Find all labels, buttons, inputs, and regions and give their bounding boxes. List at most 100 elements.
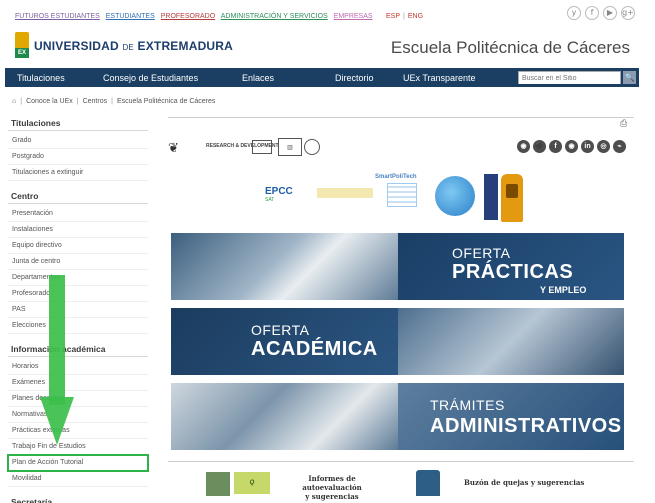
robot-logo-icon[interactable]: [501, 174, 523, 222]
sidebar-item-departamentos[interactable]: Departamentos: [8, 270, 148, 286]
uex-emblem-icon: EX: [15, 32, 29, 60]
sidebar-item-profesorado[interactable]: Profesorado: [8, 286, 148, 302]
banner-text-panel: OFERTA PRÁCTICAS Y EMPLEO: [398, 233, 624, 300]
banner-photo-calculator: [171, 383, 398, 450]
buzon-link[interactable]: Buzón de quejas y sugerencias: [464, 478, 584, 487]
sidebar-item-extinguir[interactable]: Titulaciones a extinguir: [8, 165, 148, 181]
flickr-icon[interactable]: ◉: [565, 140, 578, 153]
sidebar-item-movilidad[interactable]: Movilidad: [8, 471, 148, 487]
brand-row: ❦ RESEARCH & DEVELOPMENT ▥ ◉ ⚫ f ◉ in ◎ …: [168, 135, 628, 165]
banner-practicas-empleo[interactable]: OFERTA PRÁCTICAS Y EMPLEO: [171, 233, 624, 300]
banner-line1: TRÁMITES: [430, 397, 505, 413]
lang-separator: |: [403, 13, 405, 20]
servicio-logo[interactable]: [317, 188, 373, 198]
vertical-lab-logo[interactable]: [484, 174, 498, 220]
youtube-icon[interactable]: ▶: [603, 6, 617, 20]
facebook-icon-dark[interactable]: f: [549, 140, 562, 153]
informes-link[interactable]: Informes de autoevaluación y sugerencias: [282, 474, 382, 501]
school-title: Escuela Politécnica de Cáceres: [390, 38, 630, 57]
sidebar-item-grado[interactable]: Grado: [8, 133, 148, 149]
breadcrumb-centros[interactable]: Centros: [83, 98, 108, 105]
sidebar-heading-info-academica: Información académica: [8, 342, 148, 357]
instagram-icon[interactable]: ◉: [517, 140, 530, 153]
building-logo-icon[interactable]: ▥: [278, 138, 302, 156]
search-box: [518, 71, 621, 84]
breadcrumb-escuela[interactable]: Escuela Politécnica de Cáceres: [117, 98, 215, 105]
document-icon[interactable]: [206, 472, 230, 496]
banner-line1: OFERTA: [251, 322, 310, 338]
banner-line3: Y EMPLEO: [540, 285, 587, 295]
social-top: y f ▶ g+: [567, 6, 635, 20]
link-profesorado[interactable]: PROFESORADO: [161, 13, 215, 20]
nav-directorio[interactable]: Directorio: [335, 73, 374, 83]
link-futuros-estudiantes[interactable]: FUTUROS ESTUDIANTES: [15, 13, 100, 20]
link-estudiantes[interactable]: ESTUDIANTES: [106, 13, 155, 20]
pinterest-icon[interactable]: ◎: [597, 140, 610, 153]
sidebar-item-practicas-externas[interactable]: Prácticas externas: [8, 423, 148, 439]
social-icons-right: ◉ ⚫ f ◉ in ◎ ⌁: [517, 140, 626, 153]
quality-logo[interactable]: Q: [234, 472, 270, 494]
banner-text-panel: TRÁMITES ADMINISTRATIVOS: [398, 383, 624, 450]
print-icon[interactable]: ⎙: [620, 118, 627, 129]
sidebar-heading-centro: Centro: [8, 189, 148, 204]
breadcrumb: ⌂ | Conoce la UEx | Centros | Escuela Politécn…: [12, 98, 216, 105]
googleplus-icon[interactable]: g+: [621, 6, 635, 20]
sidebar-item-normativas[interactable]: Normativas: [8, 407, 148, 423]
globe-logo-icon[interactable]: [435, 176, 475, 216]
banner-photo-desk: [171, 233, 398, 300]
lang-en[interactable]: ENG: [408, 13, 423, 20]
nav-titulaciones[interactable]: Titulaciones: [17, 73, 65, 83]
sidebar-item-plan-accion-tutorial[interactable]: Plan de Acción Tutorial: [7, 454, 149, 472]
sidebar-item-instalaciones[interactable]: Instalaciones: [8, 222, 148, 238]
banner-line1: OFERTA: [452, 245, 511, 261]
mailbox-icon[interactable]: [416, 470, 440, 496]
search-input[interactable]: [519, 73, 620, 84]
smartpolitech-logo[interactable]: SmartPoliTech: [375, 174, 433, 222]
sidebar-item-trabajo-fin-estudios[interactable]: Trabajo Fin de Estudios: [8, 439, 148, 455]
twitter-icon[interactable]: y: [567, 6, 581, 20]
facebook-icon[interactable]: f: [585, 6, 599, 20]
linkedin-icon[interactable]: in: [581, 140, 594, 153]
university-logo[interactable]: EX UNIVERSIDAD DE EXTREMADURA: [15, 32, 233, 60]
banner-line2: PRÁCTICAS: [452, 261, 574, 283]
sidebar-item-examenes[interactable]: Exámenes: [8, 375, 148, 391]
breadcrumb-conoce[interactable]: Conoce la UEx: [26, 98, 73, 105]
sidebar-item-postgrado[interactable]: Postgrado: [8, 149, 148, 165]
twitter-icon-dark[interactable]: ⚫: [533, 140, 546, 153]
sidebar-item-junta-centro[interactable]: Junta de centro: [8, 254, 148, 270]
sidebar-item-horarios[interactable]: Horarios: [8, 359, 148, 375]
nav-enlaces[interactable]: Enlaces: [242, 73, 274, 83]
top-bar: FUTUROS ESTUDIANTES ESTUDIANTES PROFESOR…: [0, 0, 655, 26]
nav-consejo-estudiantes[interactable]: Consejo de Estudiantes: [103, 73, 198, 83]
banner-text-panel: OFERTA ACADÉMICA: [171, 308, 398, 375]
rss-icon[interactable]: ⌁: [613, 140, 626, 153]
bird-logo-icon[interactable]: ❦: [168, 141, 179, 156]
main-nav: Titulaciones Consejo de Estudiantes Enla…: [5, 68, 639, 87]
link-administracion[interactable]: ADMINISTRACIÓN Y SERVICIOS: [221, 13, 328, 20]
audience-links: FUTUROS ESTUDIANTES ESTUDIANTES PROFESOR…: [15, 13, 377, 20]
sidebar-item-presentacion[interactable]: Presentación: [8, 206, 148, 222]
content-divider-bottom: [168, 461, 634, 462]
sidebar-item-equipo-directivo[interactable]: Equipo directivo: [8, 238, 148, 254]
lang-es[interactable]: ESP: [386, 13, 400, 20]
nav-uex-transparente[interactable]: UEx Transparente: [403, 73, 476, 83]
circle-logo-icon[interactable]: [304, 139, 320, 155]
banner-line2: ACADÉMICA: [251, 338, 378, 360]
link-empresas[interactable]: EMPRESAS: [334, 13, 373, 20]
sidebar: Titulaciones Grado Postgrado Titulacione…: [7, 116, 149, 503]
banner-oferta-academica[interactable]: OFERTA ACADÉMICA: [171, 308, 624, 375]
epcc-logo[interactable]: EPCC SAT: [265, 186, 293, 203]
annotation-arrow-icon: [40, 275, 74, 445]
monitor-logo-icon[interactable]: [252, 140, 272, 154]
banner-tramites[interactable]: TRÁMITES ADMINISTRATIVOS: [171, 383, 624, 450]
home-icon[interactable]: ⌂: [12, 98, 16, 105]
search-button[interactable]: 🔍: [623, 71, 636, 84]
sidebar-heading-secretaria: Secretaría: [8, 495, 148, 503]
sidebar-item-planes-docentes[interactable]: Planes docentes: [8, 391, 148, 407]
language-switch: ESP | ENG: [386, 13, 423, 20]
sidebar-item-pas[interactable]: PAS: [8, 302, 148, 318]
sidebar-heading-titulaciones: Titulaciones: [8, 116, 148, 131]
university-name: UNIVERSIDAD DE EXTREMADURA: [34, 39, 234, 53]
sidebar-item-elecciones[interactable]: Elecciones: [8, 318, 148, 334]
banner-photo-keyboard: [398, 308, 624, 375]
